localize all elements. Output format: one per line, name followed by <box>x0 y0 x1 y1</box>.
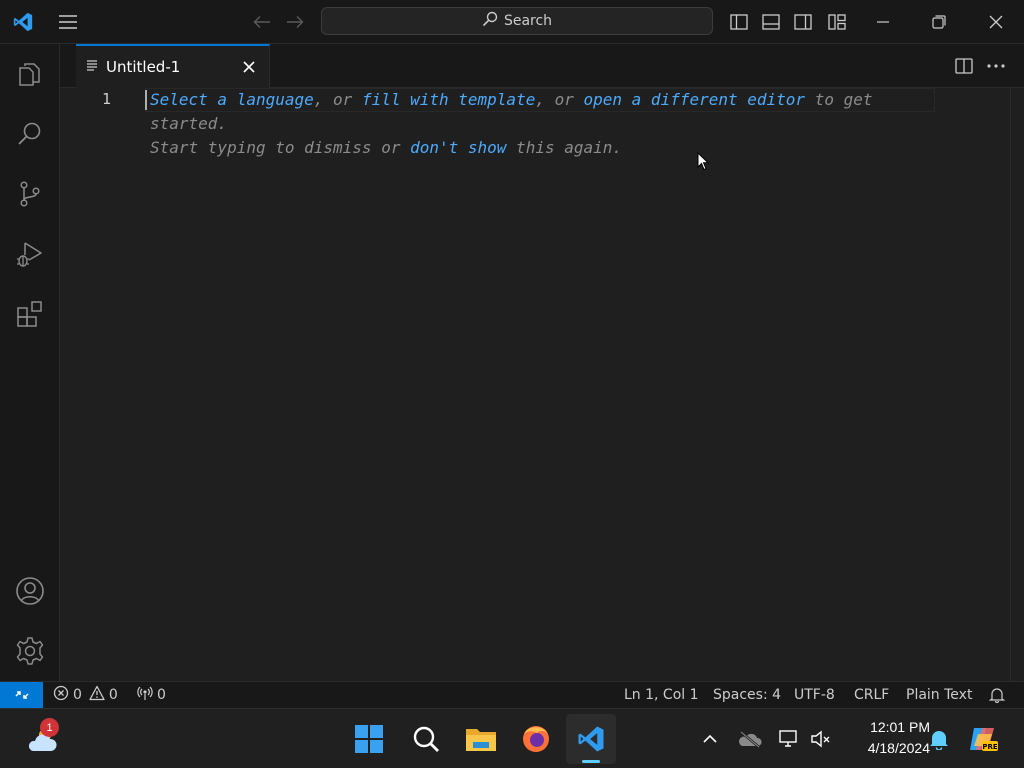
error-icon <box>53 685 69 705</box>
cursor-position[interactable]: Ln 1, Col 1 <box>624 682 699 708</box>
warning-icon <box>89 685 105 705</box>
taskbar-clock[interactable]: 12:01 PM 4/18/2024 <box>846 717 930 759</box>
language-mode[interactable]: Plain Text <box>906 682 972 708</box>
fill-with-template-link[interactable]: fill with template <box>362 90 535 109</box>
split-editor-icon[interactable] <box>950 44 978 88</box>
close-window-icon[interactable] <box>979 0 1013 44</box>
menu-icon[interactable] <box>52 0 84 44</box>
onedrive-icon[interactable] <box>736 709 764 768</box>
tab-untitled-1[interactable]: Untitled-1 <box>76 44 270 88</box>
remote-indicator-icon[interactable] <box>0 682 43 708</box>
run-debug-icon[interactable] <box>0 224 60 284</box>
mouse-pointer-icon <box>697 151 710 175</box>
vscode-logo-icon <box>8 0 38 44</box>
weather-icon[interactable] <box>20 709 64 768</box>
source-control-icon[interactable] <box>0 164 60 224</box>
command-center-search[interactable]: Search <box>321 7 713 35</box>
hint-text: Start typing to dismiss or <box>150 138 411 157</box>
title-bar: Search <box>0 0 1024 44</box>
end-of-line[interactable]: CRLF <box>854 682 889 708</box>
restore-icon[interactable] <box>922 0 956 44</box>
show-hidden-icons-chevron[interactable] <box>698 709 722 768</box>
forward-arrow-icon[interactable] <box>281 0 309 44</box>
search-label: Search <box>503 13 553 29</box>
clock-date: 4/18/2024 <box>867 740 930 756</box>
accounts-icon[interactable] <box>0 561 60 621</box>
tab-close-icon[interactable] <box>239 57 259 77</box>
activity-bar <box>0 44 60 681</box>
broadcast-icon <box>137 685 153 705</box>
text-file-icon <box>86 59 98 75</box>
taskbar-search-icon[interactable] <box>406 709 446 768</box>
vertical-scrollbar[interactable] <box>1010 88 1024 681</box>
back-arrow-icon[interactable] <box>248 0 276 44</box>
extensions-icon[interactable] <box>0 284 60 344</box>
indentation[interactable]: Spaces: 4 <box>713 682 781 708</box>
encoding[interactable]: UTF-8 <box>794 682 835 708</box>
network-icon[interactable] <box>776 709 802 768</box>
explorer-icon[interactable] <box>0 44 60 104</box>
ports-count: 0 <box>157 687 166 703</box>
active-app-indicator <box>582 760 600 763</box>
copilot-icon[interactable]: PRE <box>964 709 1004 768</box>
tab-label: Untitled-1 <box>106 58 181 76</box>
vscode-icon[interactable] <box>566 714 616 764</box>
weather-badge: 1 <box>40 718 59 737</box>
toggle-primary-sidebar-icon[interactable] <box>726 0 752 44</box>
dont-show-link[interactable]: don't show <box>410 138 506 157</box>
open-different-editor-link[interactable]: open a different editor <box>584 90 806 109</box>
editor-area[interactable]: 1 Select a language, or fill with templa… <box>60 88 1024 681</box>
ports-indicator[interactable]: 0 <box>137 682 166 708</box>
settings-gear-icon[interactable] <box>0 621 60 681</box>
search-icon <box>482 11 498 31</box>
notifications-bell-icon[interactable] <box>989 682 1005 708</box>
error-count: 0 <box>73 687 82 703</box>
notifications-bell-icon[interactable] <box>926 709 952 768</box>
hint-text: this again. <box>506 138 623 157</box>
toggle-panel-icon[interactable] <box>758 0 784 44</box>
warning-count: 0 <box>108 687 118 703</box>
text-cursor <box>145 90 147 110</box>
windows-taskbar: 1 12:01 PM 4/18/2024 PRE <box>0 708 1024 768</box>
editor-tabs: Untitled-1 <box>60 44 1024 88</box>
select-language-link[interactable]: Select a language <box>150 90 314 109</box>
file-explorer-icon[interactable] <box>461 709 501 768</box>
more-actions-icon[interactable] <box>982 44 1010 88</box>
status-bar: 0 0 0 Ln 1, Col 1 Spaces: 4 UTF-8 CRLF P… <box>0 681 1024 708</box>
hint-text: , or <box>313 90 362 109</box>
minimize-icon[interactable] <box>866 0 900 44</box>
line-number: 1 <box>102 90 112 108</box>
customize-layout-icon[interactable] <box>824 0 850 44</box>
empty-editor-hint: Select a language, or fill with template… <box>150 88 920 160</box>
problems-indicator[interactable]: 0 0 <box>53 682 118 708</box>
toggle-secondary-sidebar-icon[interactable] <box>790 0 816 44</box>
volume-muted-icon[interactable] <box>808 709 834 768</box>
hint-text: , or <box>535 90 584 109</box>
svg-text:PRE: PRE <box>982 743 998 751</box>
windows-start-icon[interactable] <box>349 709 389 768</box>
firefox-icon[interactable] <box>516 709 556 768</box>
search-icon[interactable] <box>0 104 60 164</box>
clock-time: 12:01 PM <box>870 719 930 735</box>
